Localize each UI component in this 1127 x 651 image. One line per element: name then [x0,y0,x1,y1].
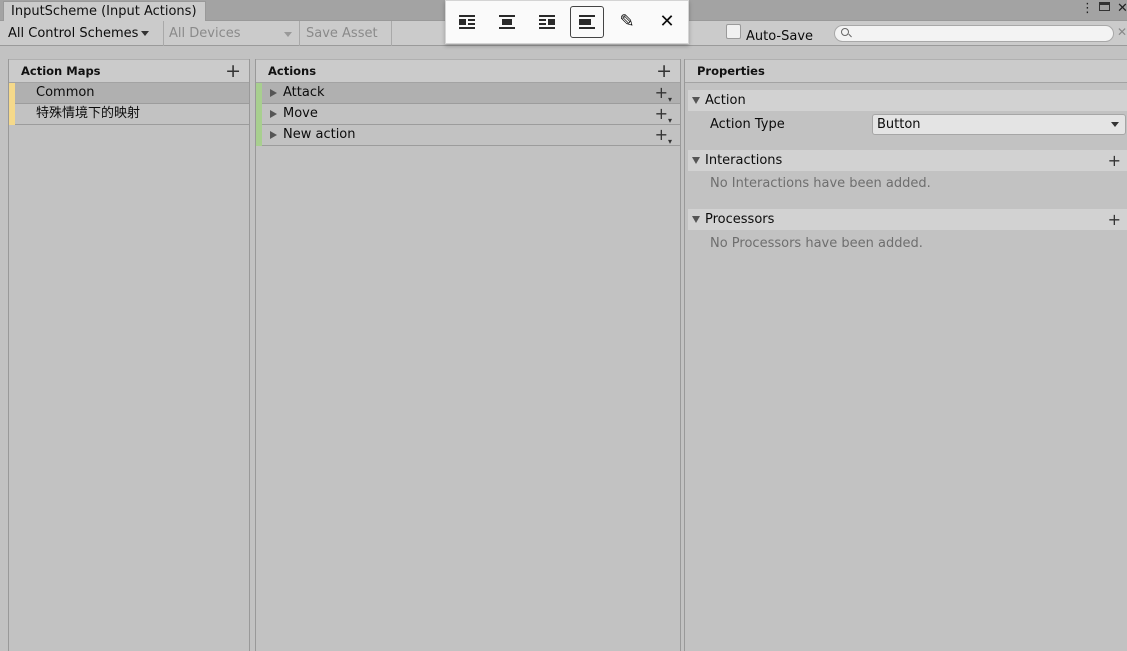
chevron-down-icon [141,31,149,36]
properties-pane: Properties Action Action Type Button Int… [684,59,1127,651]
action-type-dropdown[interactable]: Button [872,114,1126,135]
save-asset-button[interactable]: Save Asset [306,23,378,45]
control-schemes-label: All Control Schemes [8,26,138,41]
toolbar-divider [391,21,392,46]
align-right-wrap-icon[interactable] [530,6,564,38]
auto-save-label: Auto-Save [746,26,813,48]
action-map-label: Common [36,83,95,103]
action-map-label: 特殊情境下的映射 [36,104,140,124]
collapse-arrow-icon [692,97,700,104]
map-marker [9,83,15,104]
action-maps-pane: Action Maps + Common 特殊情境下的映射 [8,59,250,651]
action-section-header[interactable]: Action [688,90,1127,111]
close-window-icon[interactable]: ✕ [1117,2,1127,16]
interactions-section-header[interactable]: Interactions + [688,150,1127,171]
processors-section-header[interactable]: Processors + [688,209,1127,230]
maximize-icon[interactable] [1099,1,1110,15]
interactions-section-title: Interactions [705,150,782,171]
action-maps-title: Action Maps [21,64,101,78]
search-input[interactable] [834,25,1114,42]
action-label: Attack [283,83,325,103]
toolbar-divider [163,21,164,46]
processors-section-title: Processors [705,209,774,230]
interactions-empty-text: No Interactions have been added. [710,176,931,191]
add-interaction-icon[interactable]: + [1108,150,1121,171]
align-left-wrap-icon[interactable] [450,6,484,38]
add-binding-icon[interactable]: +▾ [655,125,672,152]
more-options-icon[interactable]: ⋮ [1081,2,1094,16]
close-icon[interactable]: ✕ [650,6,684,38]
window-tab[interactable]: InputScheme (Input Actions) [3,1,206,21]
properties-title: Properties [697,64,765,78]
list-item[interactable]: 特殊情境下的映射 [9,104,249,125]
action-marker [256,104,262,125]
expand-arrow-icon[interactable] [270,110,277,118]
action-section-title: Action [705,90,746,111]
expand-arrow-icon[interactable] [270,89,277,97]
edit-pencil-icon[interactable]: ✎ [610,6,644,38]
action-type-value: Button [877,117,921,132]
action-marker [256,83,262,104]
actions-title: Actions [268,64,316,78]
devices-label: All Devices [169,26,240,41]
control-schemes-dropdown[interactable]: All Control Schemes [8,23,149,45]
properties-header: Properties [685,59,1127,83]
processors-empty-text: No Processors have been added. [710,236,923,251]
add-action-map-icon[interactable]: + [225,59,241,83]
list-item[interactable]: Move +▾ [256,104,680,125]
list-item[interactable]: Common [9,83,249,104]
action-maps-header: Action Maps + [9,59,249,83]
map-marker [9,104,15,125]
save-asset-label: Save Asset [306,26,378,41]
action-type-label: Action Type [710,117,785,132]
collapse-arrow-icon [692,216,700,223]
actions-pane: Actions + Attack +▾ Move +▾ New action +… [255,59,681,651]
list-item[interactable]: New action +▾ [256,125,680,146]
alignment-toolbar: ✎ ✕ [445,0,689,44]
search-icon [841,28,849,36]
devices-dropdown[interactable]: All Devices [169,23,294,45]
add-action-icon[interactable]: + [656,59,672,83]
clear-search-icon[interactable]: ✕ [1117,25,1127,39]
add-processor-icon[interactable]: + [1108,209,1121,230]
auto-save-checkbox[interactable] [726,24,741,39]
expand-arrow-icon[interactable] [270,131,277,139]
action-label: Move [283,104,318,124]
align-center-icon[interactable] [490,6,524,38]
chevron-down-icon [284,32,292,37]
action-label: New action [283,125,356,145]
window-tab-title: InputScheme (Input Actions) [11,4,197,19]
chevron-down-icon [1111,122,1119,127]
action-marker [256,125,262,146]
toolbar-divider [299,21,300,46]
collapse-arrow-icon [692,157,700,164]
align-block-icon[interactable] [570,6,604,38]
list-item[interactable]: Attack +▾ [256,83,680,104]
actions-header: Actions + [256,59,680,83]
